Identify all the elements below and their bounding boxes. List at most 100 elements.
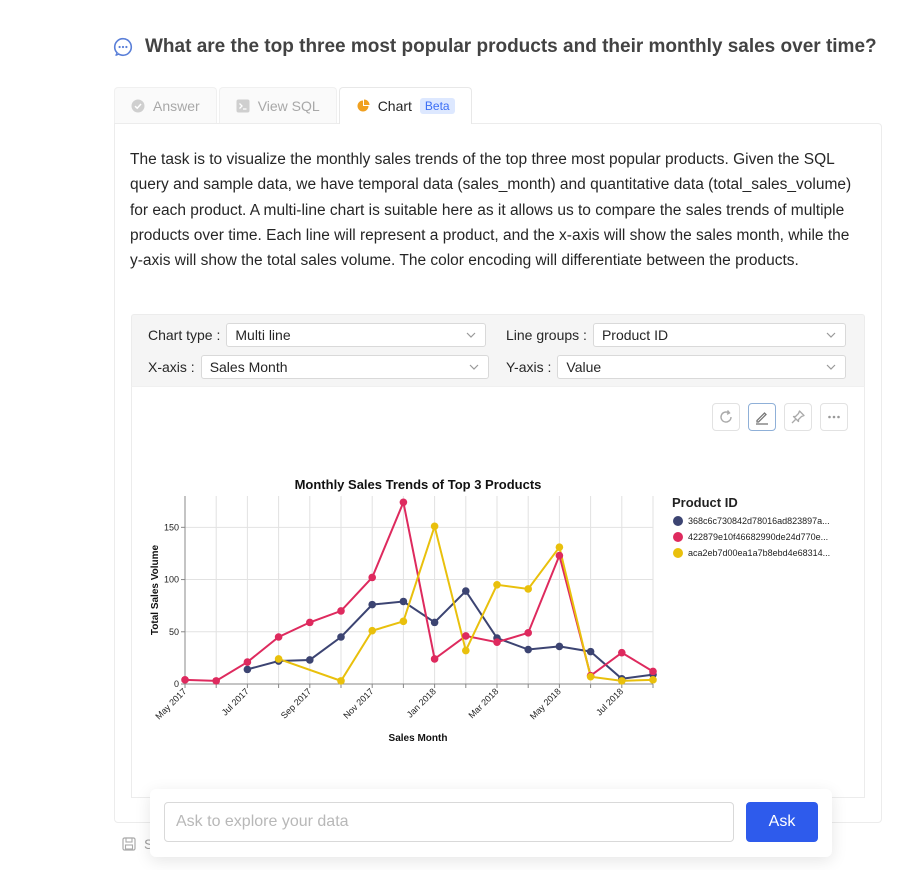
chat-bubble-icon: [113, 37, 133, 57]
legend-label: 422879e10f46682990de24d770e...: [688, 532, 828, 542]
data-point: [306, 656, 314, 664]
data-point: [462, 646, 470, 655]
legend-label: aca2eb7d00ea1a7b8ebd4e68314...: [688, 548, 830, 558]
series-line-1: [247, 589, 654, 680]
ask-input[interactable]: [164, 802, 734, 842]
y-axis-value: Value: [566, 359, 602, 375]
more-icon: [828, 415, 840, 419]
code-icon: [236, 99, 250, 112]
line-groups-select[interactable]: Product ID: [592, 323, 846, 347]
data-point: [555, 642, 564, 651]
data-point: [524, 645, 532, 654]
data-point: [368, 573, 376, 582]
pin-icon: [791, 410, 805, 424]
x-tick-label: May 2018: [528, 686, 563, 721]
ask-bar: Ask: [150, 789, 832, 857]
edit-icon: [756, 412, 768, 425]
chevron-down-icon: [469, 364, 479, 370]
data-point: [462, 632, 470, 640]
result-tabs: Answer View SQL Chart Beta: [114, 87, 472, 124]
data-point: [181, 676, 189, 684]
data-point: [243, 658, 252, 666]
chart-title: Monthly Sales Trends of Top 3 Products: [295, 477, 542, 492]
pie-chart-icon: [357, 99, 370, 112]
data-point: [586, 672, 595, 681]
x-tick-label: Mar 2018: [466, 686, 500, 720]
x-axis-select[interactable]: Sales Month: [200, 355, 489, 379]
data-point: [524, 629, 532, 637]
tab-answer[interactable]: Answer: [114, 87, 217, 123]
chart-type-select[interactable]: Multi line: [226, 323, 487, 347]
x-tick-label: Nov 2017: [341, 686, 375, 720]
y-tick-label: 50: [169, 627, 179, 637]
data-point: [243, 665, 252, 674]
data-point: [618, 648, 626, 657]
x-tick-label: Jul 2017: [220, 686, 251, 717]
chart-type-value: Multi line: [235, 327, 291, 343]
data-point: [399, 617, 408, 626]
tab-view-sql-label: View SQL: [257, 97, 320, 114]
y-tick-label: 100: [164, 575, 179, 585]
data-point: [368, 626, 376, 635]
question-text: What are the top three most popular prod…: [145, 36, 877, 57]
data-point: [462, 587, 470, 595]
x-tick-label: Jan 2018: [405, 686, 438, 719]
x-tick-label: Jul 2018: [594, 686, 625, 717]
chevron-down-icon: [826, 364, 836, 370]
data-point: [399, 498, 408, 507]
tab-chart[interactable]: Chart Beta: [338, 87, 472, 124]
legend-title: Product ID: [672, 495, 738, 510]
chart-controls: Chart type : Multi line Line groups : Pr…: [131, 314, 865, 386]
data-point: [274, 655, 283, 663]
refresh-button[interactable]: [712, 403, 740, 431]
y-axis-control: Y-axis : Value: [506, 355, 847, 379]
line-groups-control: Line groups : Product ID: [506, 323, 846, 347]
y-tick-label: 150: [164, 522, 179, 532]
x-axis-control: X-axis : Sales Month: [148, 355, 489, 379]
legend-swatch: [673, 516, 683, 526]
tab-answer-label: Answer: [153, 97, 200, 114]
line-chart: Monthly Sales Trends of Top 3 Products 0…: [150, 477, 830, 744]
series-line-2: [184, 498, 654, 682]
pin-button[interactable]: [784, 403, 812, 431]
data-point: [555, 543, 564, 551]
tab-chart-label: Chart: [377, 98, 412, 114]
save-link[interactable]: S: [122, 836, 153, 852]
chart-type-control: Chart type : Multi line: [148, 323, 487, 347]
ask-button[interactable]: Ask: [746, 802, 818, 842]
chart-type-label: Chart type :: [148, 327, 221, 343]
data-point: [493, 580, 501, 589]
data-point: [368, 600, 376, 609]
chart-legend: Product ID 368c6c730842d78016ad823897a..…: [672, 495, 830, 558]
line-groups-label: Line groups :: [506, 327, 587, 343]
data-point: [649, 667, 657, 676]
save-icon: [122, 837, 136, 851]
x-tick-label: May 2017: [153, 686, 188, 721]
legend-label: 368c6c730842d78016ad823897a...: [688, 516, 830, 526]
line-groups-value: Product ID: [601, 327, 669, 343]
check-circle-icon: [131, 99, 145, 112]
data-point: [306, 618, 314, 627]
data-point: [212, 677, 220, 685]
more-button[interactable]: [820, 403, 848, 431]
y-axis-select[interactable]: Value: [557, 355, 847, 379]
tab-view-sql[interactable]: View SQL: [218, 87, 337, 123]
data-point: [337, 633, 345, 641]
data-point: [555, 551, 564, 560]
y-tick-label: 0: [174, 679, 179, 689]
y-axis-title: Total Sales Volume: [150, 544, 161, 635]
data-point: [399, 597, 408, 606]
chart-lines: [184, 498, 654, 683]
data-point: [430, 522, 439, 531]
legend-swatch: [673, 548, 683, 558]
edit-button[interactable]: [748, 403, 776, 431]
x-tick-label: Sep 2017: [279, 686, 313, 720]
data-point: [586, 647, 595, 656]
chart-description: The task is to visualize the monthly sal…: [130, 151, 852, 270]
y-axis-label: Y-axis :: [506, 359, 552, 375]
data-point: [493, 638, 501, 647]
data-point: [524, 585, 532, 593]
data-point: [274, 633, 283, 641]
data-point: [430, 618, 439, 627]
x-axis-label: X-axis :: [148, 359, 195, 375]
